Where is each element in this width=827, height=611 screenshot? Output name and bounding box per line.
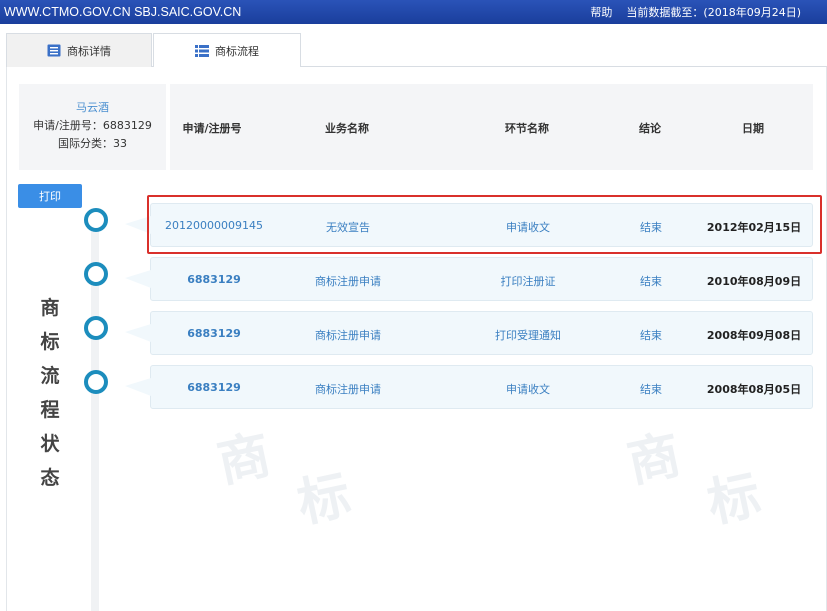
site-url-text: WWW.CTMO.GOV.CN SBJ.SAIC.GOV.CN (4, 5, 242, 19)
cell-step: 申请收文 (506, 383, 550, 396)
tab-bar: 商标详情 商标流程 (6, 33, 827, 68)
cell-business: 商标注册申请 (315, 383, 381, 396)
column-header: 申请/注册号 (182, 122, 242, 135)
cell-business: 商标注册申请 (315, 329, 381, 342)
title-char: 商 (40, 297, 60, 319)
table-row[interactable]: 6883129 商标注册申请 打印受理通知 结束 2008年09月08日 (125, 311, 813, 355)
help-link[interactable]: 帮助 (590, 4, 612, 20)
data-date-info: 当前数据截至：(2018年09月24日) (626, 6, 801, 19)
print-button[interactable]: 打印 (18, 184, 82, 208)
column-header: 结论 (639, 122, 661, 135)
tab-label: 商标流程 (215, 44, 259, 58)
cell-date: 2008年08月05日 (706, 383, 802, 396)
title-char: 标 (40, 331, 60, 353)
watermark: 标 (702, 465, 766, 535)
trademark-name: 马云酒 (76, 101, 109, 114)
cell-business: 商标注册申请 (315, 275, 381, 288)
watermark: 商 (212, 425, 276, 495)
watermark: 商 (622, 425, 686, 495)
tab-label: 商标详情 (67, 44, 111, 58)
title-char: 态 (40, 467, 60, 489)
table-row[interactable]: 6883129 商标注册申请 申请收文 结束 2008年08月05日 (125, 365, 813, 409)
title-char: 状 (40, 433, 60, 455)
cell-date: 2008年09月08日 (706, 329, 802, 342)
cell-number: 6883129 (187, 327, 241, 340)
cell-number: 6883129 (187, 273, 241, 286)
timeline-node (84, 262, 108, 286)
list-icon (195, 44, 209, 57)
timeline-node (84, 316, 108, 340)
title-char: 流 (40, 365, 60, 387)
registration-number: 申请/注册号：6883129 (33, 119, 152, 132)
column-header: 日期 (742, 122, 764, 135)
cell-number: 6883129 (187, 381, 241, 394)
table-header: 申请/注册号 业务名称 环节名称 结论 日期 (170, 84, 813, 170)
table-row[interactable]: 6883129 商标注册申请 打印注册证 结束 2010年08月09日 (125, 257, 813, 301)
cell-result: 结束 (640, 275, 662, 288)
timeline-node (84, 370, 108, 394)
watermark: 标 (292, 465, 356, 535)
process-panel: 商 标 商 标 马云酒 申请/注册号：6883129 国际分类：33 申请/注册… (6, 67, 827, 611)
trademark-info-box: 马云酒 申请/注册号：6883129 国际分类：33 (19, 84, 166, 170)
top-bar: WWW.CTMO.GOV.CN SBJ.SAIC.GOV.CN 帮助 当前数据截… (0, 0, 827, 24)
tab-trademark-details[interactable]: 商标详情 (6, 33, 152, 67)
cell-step: 打印受理通知 (495, 329, 561, 342)
tab-trademark-process[interactable]: 商标流程 (153, 33, 301, 68)
process-status-title: 商 标 流 程 状 态 (38, 291, 62, 495)
timeline-node (84, 208, 108, 232)
cell-step: 打印注册证 (500, 275, 556, 288)
cell-result: 结束 (640, 329, 662, 342)
column-header: 环节名称 (505, 122, 549, 135)
international-class: 国际分类：33 (58, 137, 127, 150)
title-char: 程 (40, 399, 60, 421)
highlight-box (147, 195, 822, 254)
cell-date: 2010年08月09日 (706, 275, 802, 288)
document-list-icon (47, 44, 61, 57)
column-header: 业务名称 (325, 122, 369, 135)
cell-result: 结束 (640, 383, 662, 396)
